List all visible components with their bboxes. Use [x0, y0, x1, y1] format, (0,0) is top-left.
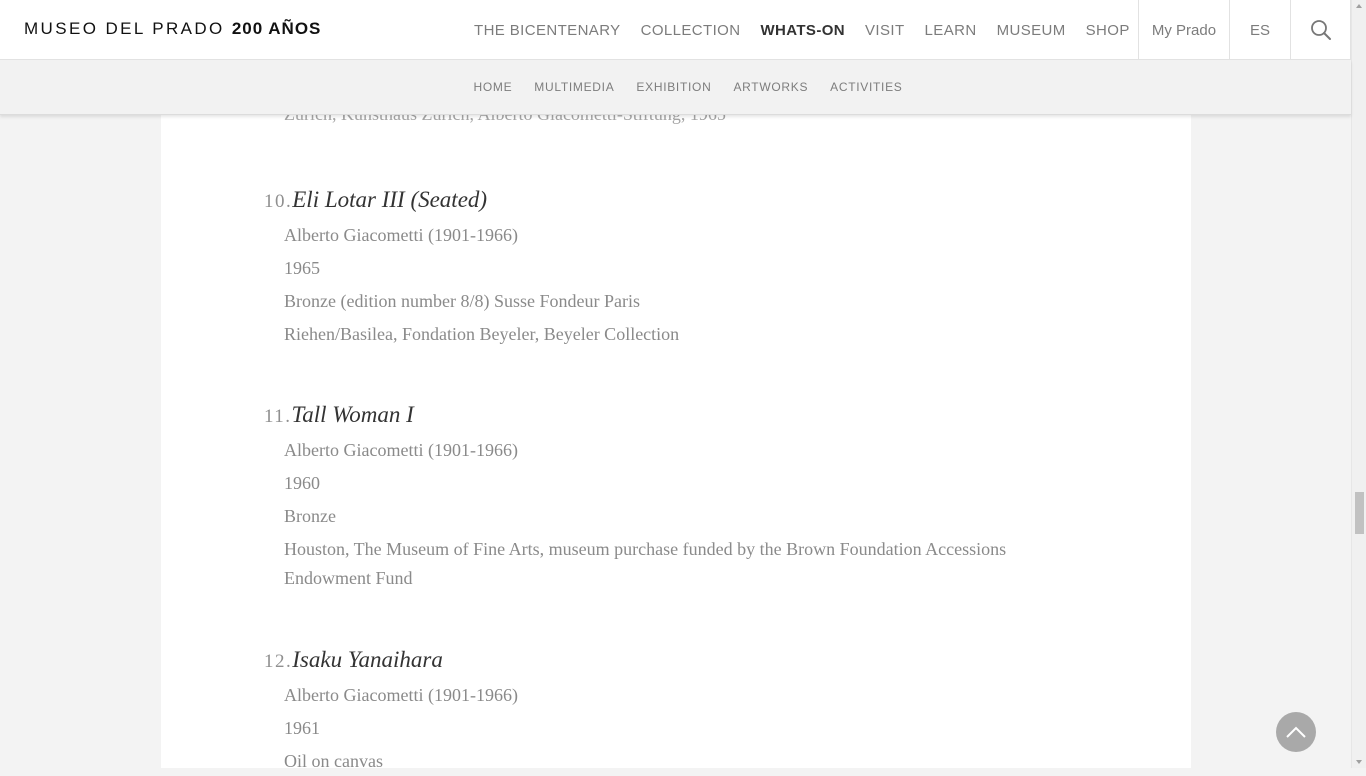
artwork-medium: Oil on canvas	[284, 751, 383, 771]
page-scrollbar[interactable]	[1351, 0, 1366, 768]
artwork-artist: Alberto Giacometti (1901-1966)	[284, 225, 518, 245]
search-button[interactable]	[1290, 0, 1351, 60]
artwork-artist: Alberto Giacometti (1901-1966)	[284, 685, 518, 705]
artwork-location: Riehen/Basilea, Fondation Beyeler, Beyel…	[284, 324, 680, 344]
section-subnav: HOME MULTIMEDIA EXHIBITION ARTWORKS ACTI…	[0, 60, 1351, 115]
logo-anniversary: 200 AÑOS	[231, 19, 322, 38]
artwork-location: Houston, The Museum of Fine Arts, museum…	[284, 539, 1007, 588]
artwork-title-row: 11.Tall Woman I	[264, 402, 1024, 432]
artwork-entry: 11.Tall Woman I Alberto Giacometti (1901…	[264, 402, 1024, 593]
nav-item-visit[interactable]: VISIT	[855, 22, 915, 39]
language-switch[interactable]: ES	[1229, 0, 1290, 60]
artwork-medium: Bronze	[284, 506, 336, 526]
nav-item-collection[interactable]: COLLECTION	[631, 22, 751, 39]
subnav-artworks[interactable]: ARTWORKS	[733, 80, 808, 94]
nav-item-shop[interactable]: SHOP	[1076, 22, 1140, 39]
artwork-entry: 12.Isaku Yanaihara Alberto Giacometti (1…	[264, 647, 1024, 776]
site-logo[interactable]: MUSEO DEL PRADO 200 AÑOS	[24, 19, 321, 39]
subnav-exhibition[interactable]: EXHIBITION	[636, 80, 711, 94]
artwork-number: 11.	[264, 406, 292, 427]
search-icon	[1310, 20, 1331, 40]
subnav-activities[interactable]: ACTIVITIES	[830, 80, 902, 94]
artwork-title: Eli Lotar III (Seated)	[292, 187, 488, 212]
header-utilities: My Prado ES	[1138, 0, 1351, 60]
nav-item-learn[interactable]: LEARN	[915, 22, 987, 39]
artwork-title-row: 12.Isaku Yanaihara	[264, 647, 1024, 677]
main-nav: THE BICENTENARY COLLECTION WHATS-ON VISI…	[464, 0, 1140, 60]
scroll-up-arrow-icon[interactable]	[1356, 4, 1362, 8]
nav-item-whats-on[interactable]: WHATS-ON	[750, 22, 855, 39]
subnav-multimedia[interactable]: MULTIMEDIA	[534, 80, 614, 94]
logo-text: MUSEO DEL PRADO	[24, 19, 225, 38]
artwork-date: 1965	[284, 258, 320, 278]
artwork-medium: Bronze (edition number 8/8) Susse Fondeu…	[284, 291, 640, 311]
artwork-title: Isaku Yanaihara	[292, 647, 443, 672]
scrollbar-thumb[interactable]	[1355, 492, 1364, 534]
chevron-up-icon	[1286, 726, 1306, 738]
site-header: MUSEO DEL PRADO 200 AÑOS THE BICENTENARY…	[0, 0, 1351, 60]
artwork-artist: Alberto Giacometti (1901-1966)	[284, 440, 518, 460]
artwork-number: 10.	[264, 191, 293, 212]
artwork-date: 1960	[284, 473, 320, 493]
artwork-entry: 10.Eli Lotar III (Seated) Alberto Giacom…	[264, 187, 1024, 349]
subnav-home[interactable]: HOME	[473, 80, 512, 94]
my-prado-link[interactable]: My Prado	[1138, 0, 1229, 60]
back-to-top-button[interactable]	[1276, 712, 1316, 752]
scroll-down-arrow-icon[interactable]	[1356, 760, 1362, 764]
nav-item-museum[interactable]: MUSEUM	[987, 22, 1076, 39]
artwork-date: 1961	[284, 718, 320, 738]
artwork-number: 12.	[264, 651, 293, 672]
artwork-title-row: 10.Eli Lotar III (Seated)	[264, 187, 1024, 217]
nav-item-bicentenary[interactable]: THE BICENTENARY	[464, 22, 631, 39]
artwork-title: Tall Woman I	[291, 402, 414, 427]
